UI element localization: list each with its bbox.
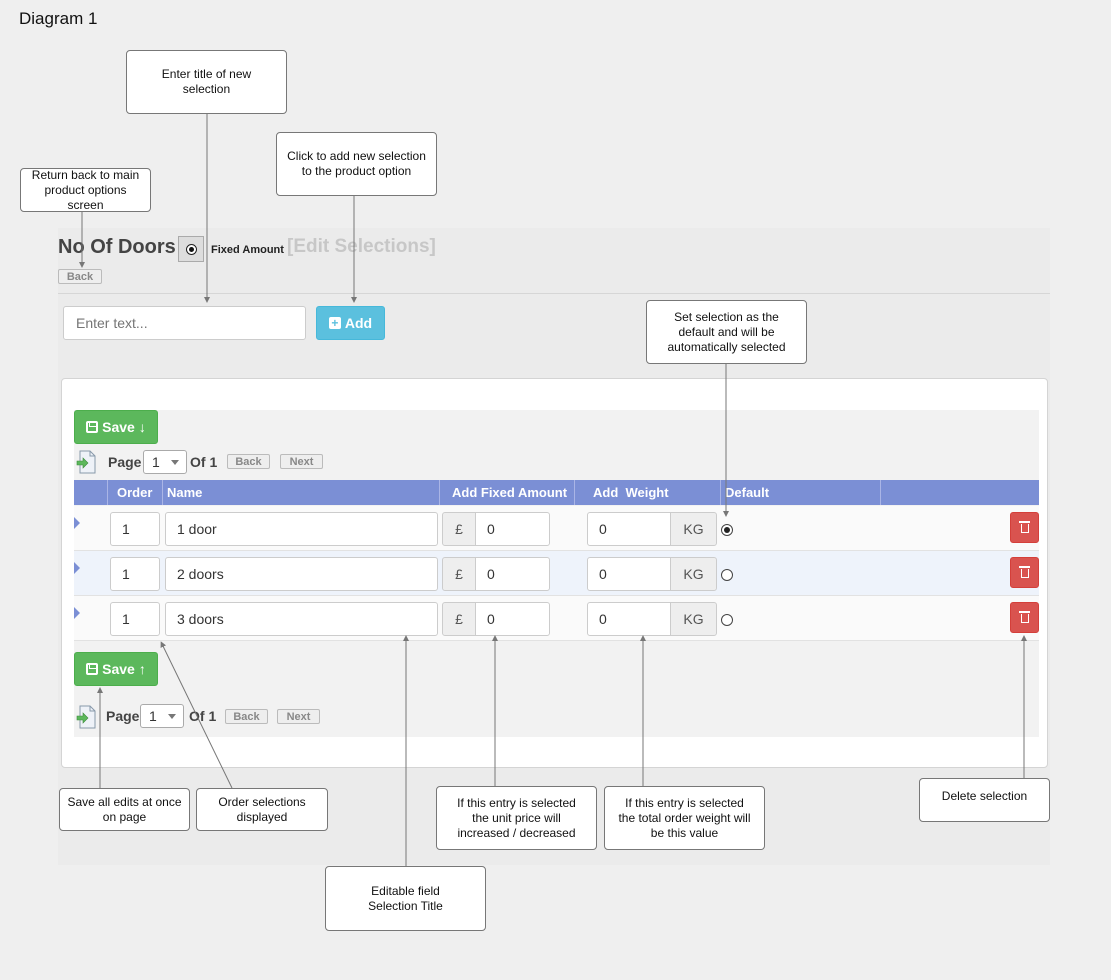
page-count: Of 1 <box>189 708 217 724</box>
delete-button[interactable] <box>1010 557 1039 588</box>
table-row: 1 2 doors £ 0 0 KG <box>74 551 1039 596</box>
default-radio[interactable] <box>721 614 733 626</box>
new-selection-input[interactable] <box>63 306 306 340</box>
pager-next-button[interactable]: Next <box>280 454 323 469</box>
trash-icon <box>1018 521 1030 533</box>
name-field[interactable]: 1 door <box>165 512 438 546</box>
page-select[interactable]: 1 <box>140 704 184 728</box>
row-drag-icon[interactable] <box>74 517 80 529</box>
arrow-down-icon: ↓ <box>138 419 146 435</box>
edit-selections-heading: [Edit Selections] <box>287 236 436 257</box>
callout-add-new: Click to add new selection to the produc… <box>276 132 437 196</box>
add-selection-button[interactable]: + Add <box>316 306 385 340</box>
callout-save-all: Save all edits at once on page <box>59 788 190 831</box>
callout-order-selections: Order selections displayed <box>196 788 328 831</box>
header-weight[interactable]: Add Weight <box>575 480 721 505</box>
name-field[interactable]: 2 doors <box>165 557 438 591</box>
weight-unit-addon: KG <box>670 602 717 636</box>
callout-editable-field: Editable field Selection Title <box>325 866 486 931</box>
header-order[interactable]: Order <box>108 480 163 505</box>
plus-icon: + <box>328 317 341 329</box>
page-go-icon <box>76 705 96 729</box>
save-label: Save <box>102 661 135 677</box>
weight-field[interactable]: 0 <box>587 602 671 636</box>
page-go-icon <box>76 450 96 474</box>
order-field[interactable]: 1 <box>110 512 160 546</box>
header-default[interactable]: Default <box>721 480 881 505</box>
callout-order-weight: If this entry is selected the total orde… <box>604 786 765 850</box>
amount-field[interactable]: 0 <box>475 557 550 591</box>
pager-back-button[interactable]: Back <box>225 709 268 724</box>
save-icon <box>86 421 99 433</box>
header-fixed-amount[interactable]: Add Fixed Amount <box>440 480 575 505</box>
callout-set-default: Set selection as the default and will be… <box>646 300 807 364</box>
weight-field[interactable]: 0 <box>587 512 671 546</box>
callout-return-back: Return back to main product options scre… <box>20 168 151 212</box>
weight-unit-addon: KG <box>670 512 717 546</box>
delete-button[interactable] <box>1010 512 1039 543</box>
default-radio[interactable] <box>721 524 733 536</box>
diagram-title: Diagram 1 <box>19 9 98 28</box>
save-button-bottom[interactable]: Save ↑ <box>74 652 158 686</box>
callout-unit-price: If this entry is selected the unit price… <box>436 786 597 850</box>
header-cell-handle <box>74 480 108 505</box>
page-label: Page <box>108 454 142 470</box>
default-radio[interactable] <box>721 569 733 581</box>
callout-delete-selection: Delete selection <box>919 778 1050 822</box>
trash-icon <box>1018 611 1030 623</box>
weight-unit-addon: KG <box>670 557 717 591</box>
currency-addon: £ <box>442 602 476 636</box>
row-drag-icon[interactable] <box>74 562 80 574</box>
save-button-top[interactable]: Save ↓ <box>74 410 158 444</box>
divider <box>58 293 1050 294</box>
amount-field[interactable]: 0 <box>475 602 550 636</box>
page-label: Page <box>106 708 140 724</box>
row-drag-icon[interactable] <box>74 607 80 619</box>
currency-addon: £ <box>442 512 476 546</box>
order-field[interactable]: 1 <box>110 557 160 591</box>
arrow-up-icon: ↑ <box>138 661 146 677</box>
save-icon <box>86 663 99 675</box>
currency-addon: £ <box>442 557 476 591</box>
back-button[interactable]: Back <box>58 269 102 284</box>
add-button-label: Add <box>344 315 373 331</box>
radio-icon <box>185 243 197 255</box>
save-label: Save <box>102 419 135 435</box>
callout-enter-title: Enter title of new selection <box>126 50 287 114</box>
table-row: 1 1 door £ 0 0 KG <box>74 506 1039 551</box>
order-field[interactable]: 1 <box>110 602 160 636</box>
weight-field[interactable]: 0 <box>587 557 671 591</box>
option-title: No Of Doors <box>58 236 176 258</box>
name-field[interactable]: 3 doors <box>165 602 438 636</box>
fixed-amount-toggle[interactable] <box>178 236 204 262</box>
page-select[interactable]: 1 <box>143 450 187 474</box>
pager-back-button[interactable]: Back <box>227 454 270 469</box>
delete-button[interactable] <box>1010 602 1039 633</box>
table-header: Order Name Add Fixed Amount Add Weight D… <box>74 480 1039 505</box>
trash-icon <box>1018 566 1030 578</box>
fixed-amount-label: Fixed Amount <box>211 244 284 256</box>
page-count: Of 1 <box>190 454 218 470</box>
header-name[interactable]: Name <box>163 480 440 505</box>
table-row: 1 3 doors £ 0 0 KG <box>74 596 1039 641</box>
amount-field[interactable]: 0 <box>475 512 550 546</box>
pager-next-button[interactable]: Next <box>277 709 320 724</box>
